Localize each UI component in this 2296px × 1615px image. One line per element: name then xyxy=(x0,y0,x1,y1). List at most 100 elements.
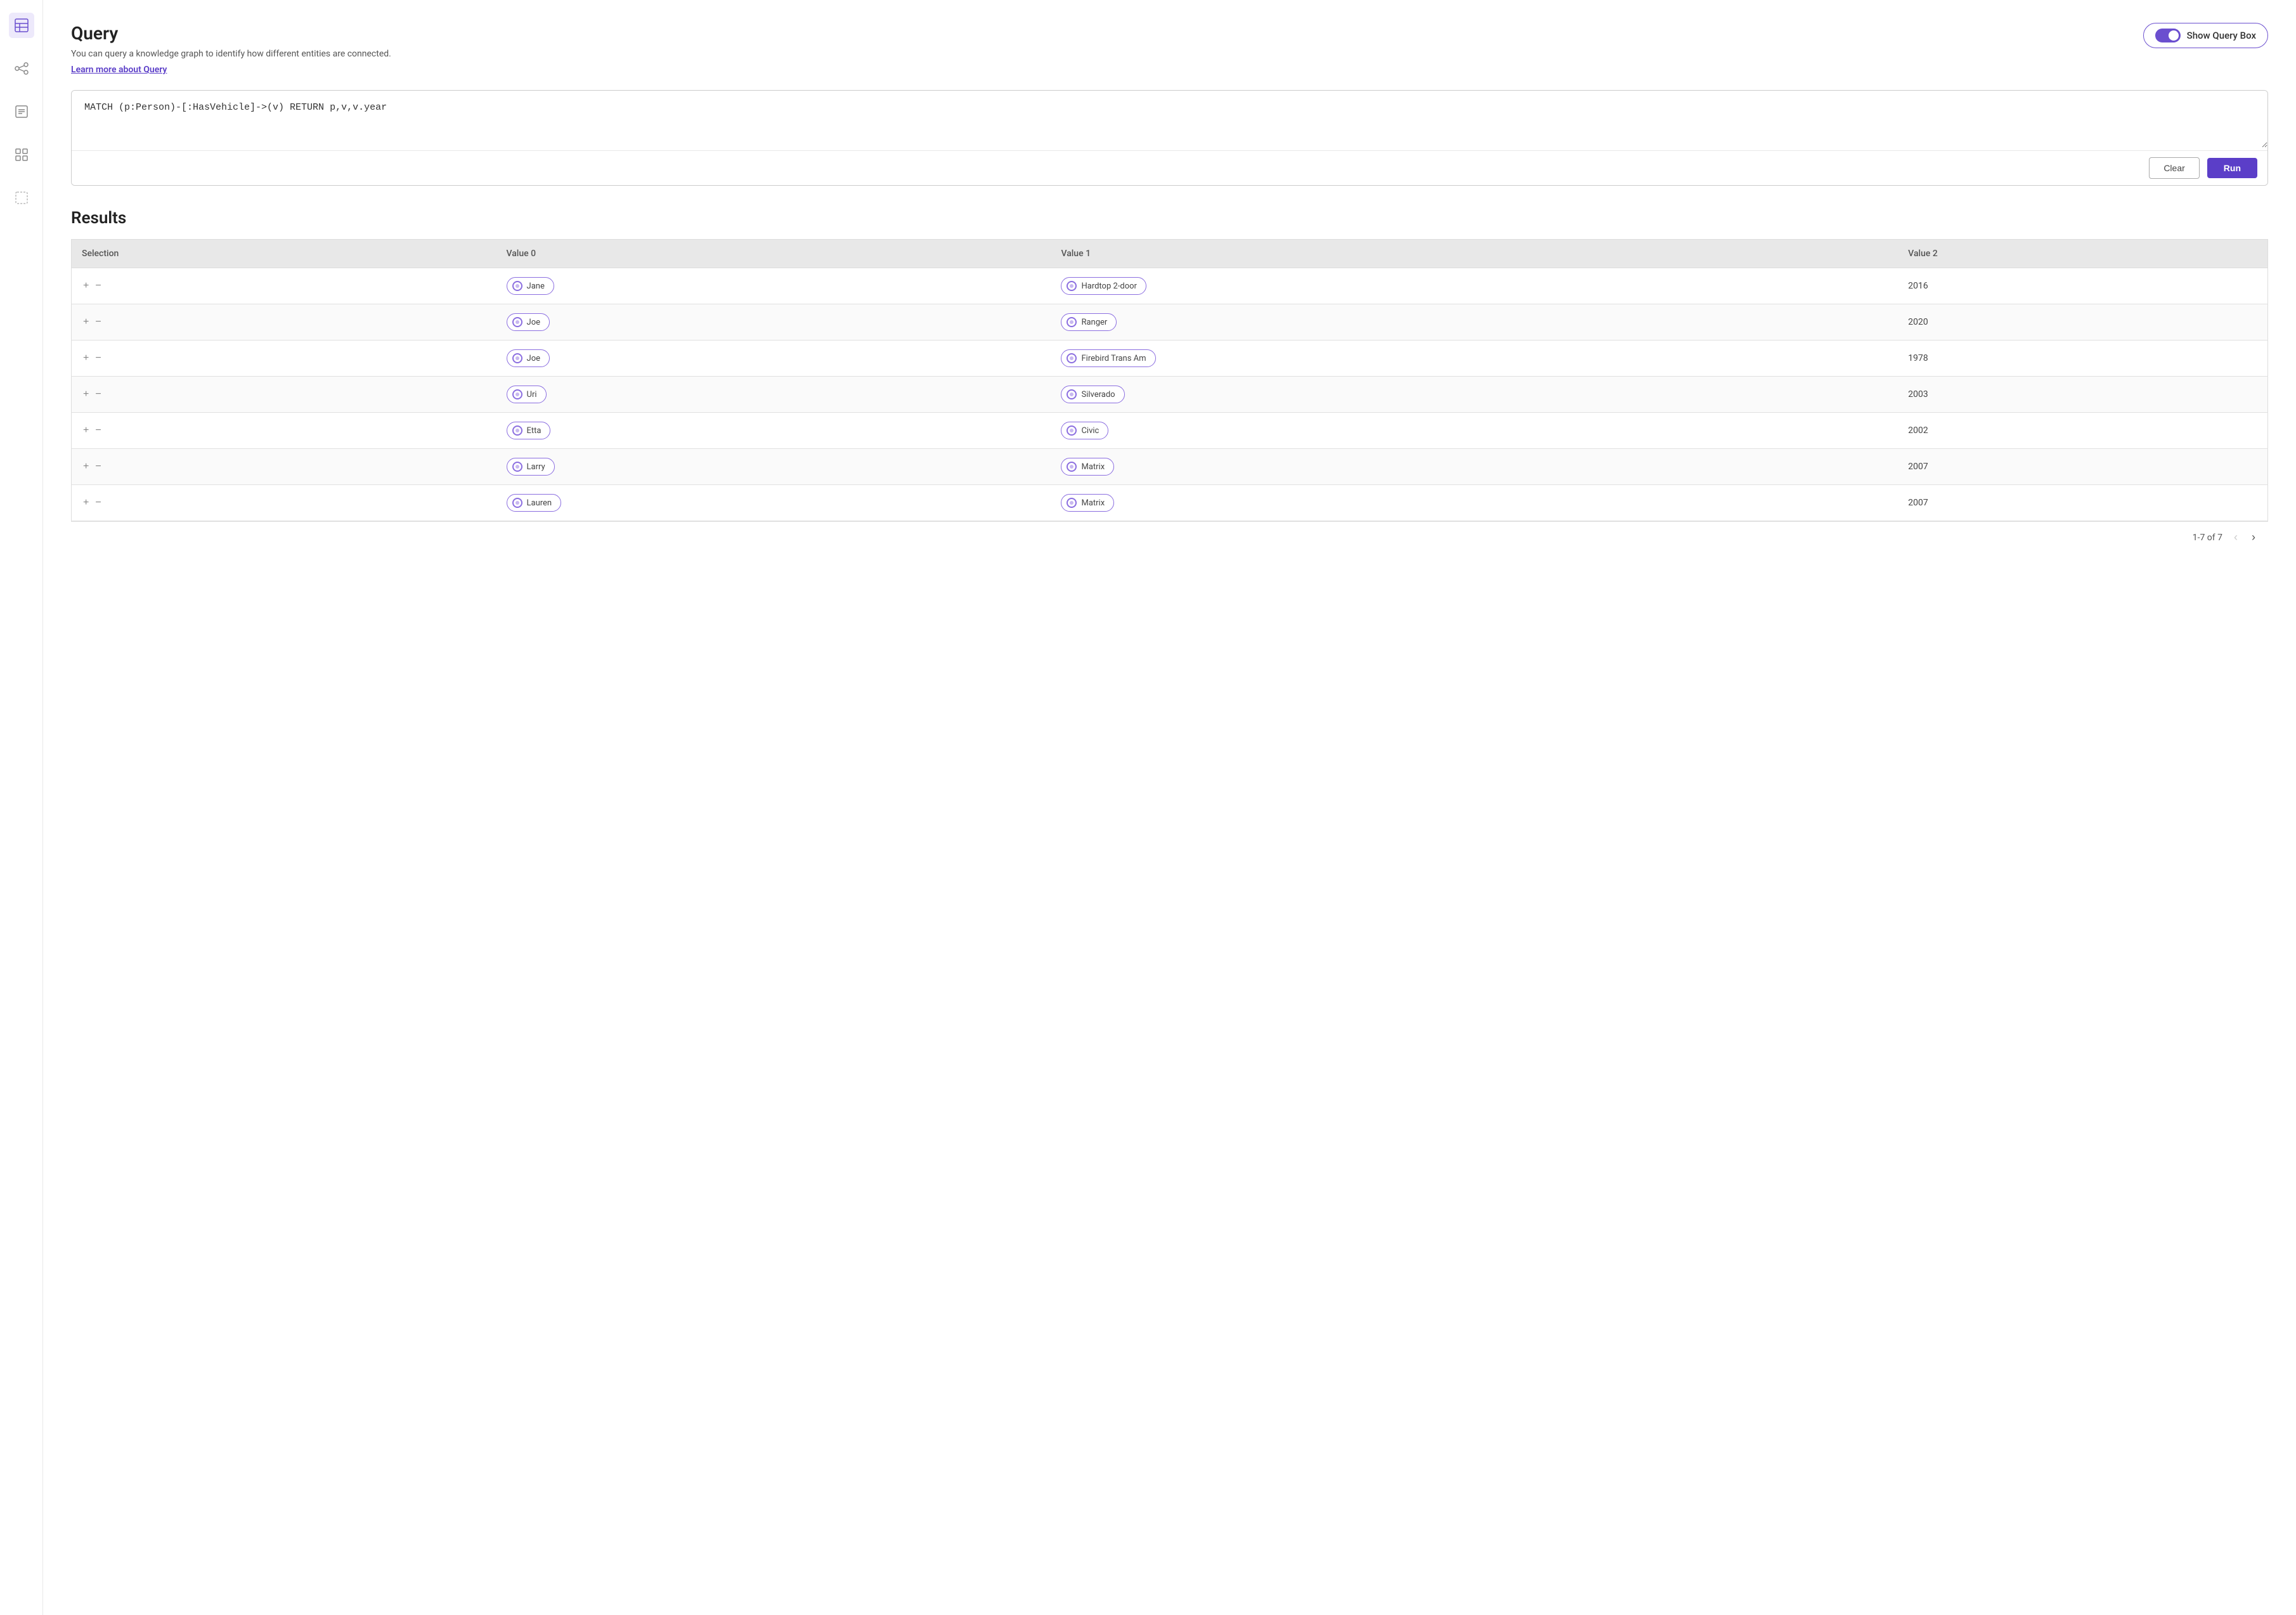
table-row: + − Larry Matrix 2007 xyxy=(72,449,2268,485)
value0-cell: Uri xyxy=(496,377,1051,413)
add-row-button[interactable]: + xyxy=(82,498,90,508)
sidebar-item-graph[interactable] xyxy=(9,56,34,81)
node-label: Lauren xyxy=(527,498,552,508)
node-chip-value0[interactable]: Jane xyxy=(507,277,554,295)
node-chip-value1[interactable]: Firebird Trans Am xyxy=(1061,349,1155,367)
value1-cell: Civic xyxy=(1051,413,1898,449)
clear-button[interactable]: Clear xyxy=(2149,157,2199,179)
add-row-button[interactable]: + xyxy=(82,317,90,327)
value2-cell: 2003 xyxy=(1898,377,2267,413)
node-chip-value0[interactable]: Larry xyxy=(507,458,555,476)
show-query-box-toggle[interactable]: Show Query Box xyxy=(2143,23,2268,48)
sidebar-item-grid[interactable] xyxy=(9,142,34,167)
pagination-row: 1-7 of 7 ‹ › xyxy=(71,521,2268,553)
remove-row-button[interactable]: − xyxy=(94,425,102,436)
value0-cell: Joe xyxy=(496,304,1051,341)
col-value2: Value 2 xyxy=(1898,240,2267,268)
node-chip-value0[interactable]: Lauren xyxy=(507,494,562,512)
query-box: Clear Run xyxy=(71,90,2268,186)
selection-cell: + − xyxy=(72,449,496,485)
node-dot xyxy=(512,425,522,436)
remove-row-button[interactable]: − xyxy=(94,317,102,327)
col-value1: Value 1 xyxy=(1051,240,1898,268)
prev-page-button[interactable]: ‹ xyxy=(2231,531,2240,544)
add-row-button[interactable]: + xyxy=(82,425,90,436)
add-row-button[interactable]: + xyxy=(82,281,90,291)
table-row: + − Joe Ranger 2020 xyxy=(72,304,2268,341)
results-table: Selection Value 0 Value 1 Value 2 + − Ja… xyxy=(71,239,2268,521)
node-dot xyxy=(512,317,522,327)
node-label: Etta xyxy=(527,426,542,436)
node-chip-value1[interactable]: Matrix xyxy=(1061,458,1114,476)
node-label: Firebird Trans Am xyxy=(1081,354,1146,363)
run-button[interactable]: Run xyxy=(2207,158,2257,178)
value0-cell: Jane xyxy=(496,268,1051,304)
node-dot xyxy=(512,389,522,399)
node-label: Joe xyxy=(527,354,540,363)
header-left: Query You can query a knowledge graph to… xyxy=(71,23,391,75)
node-label: Larry xyxy=(527,462,545,472)
value1-cell: Hardtop 2-door xyxy=(1051,268,1898,304)
sidebar xyxy=(0,0,43,1615)
results-title: Results xyxy=(71,209,2268,228)
node-chip-value1[interactable]: Civic xyxy=(1061,422,1108,439)
node-dot xyxy=(1067,281,1077,291)
add-row-button[interactable]: + xyxy=(82,353,90,363)
table-header: Selection Value 0 Value 1 Value 2 xyxy=(72,240,2268,268)
value2-cell: 2002 xyxy=(1898,413,2267,449)
selection-cell: + − xyxy=(72,377,496,413)
table-row: + − Joe Firebird Trans Am 1978 xyxy=(72,341,2268,377)
node-chip-value1[interactable]: Silverado xyxy=(1061,386,1124,403)
node-chip-value0[interactable]: Uri xyxy=(507,386,547,403)
node-chip-value0[interactable]: Joe xyxy=(507,349,550,367)
sidebar-item-table[interactable] xyxy=(9,13,34,38)
table-body: + − Jane Hardtop 2-door 2016 + − Joe xyxy=(72,268,2268,521)
remove-row-button[interactable]: − xyxy=(94,281,102,291)
sidebar-item-edit[interactable] xyxy=(9,99,34,124)
remove-row-button[interactable]: − xyxy=(94,389,102,399)
remove-row-button[interactable]: − xyxy=(94,462,102,472)
learn-more-link[interactable]: Learn more about Query xyxy=(71,65,167,75)
node-dot xyxy=(1067,462,1077,472)
remove-row-button[interactable]: − xyxy=(94,353,102,363)
node-label: Civic xyxy=(1081,426,1099,436)
node-chip-value1[interactable]: Ranger xyxy=(1061,313,1117,331)
node-chip-value1[interactable]: Matrix xyxy=(1061,494,1114,512)
selection-cell: + − xyxy=(72,413,496,449)
page-description: You can query a knowledge graph to ident… xyxy=(71,49,391,59)
value0-cell: Etta xyxy=(496,413,1051,449)
next-page-button[interactable]: › xyxy=(2249,531,2258,544)
col-value0: Value 0 xyxy=(496,240,1051,268)
selection-cell: + − xyxy=(72,485,496,521)
add-row-button[interactable]: + xyxy=(82,462,90,472)
main-content: Query You can query a knowledge graph to… xyxy=(43,0,2296,1615)
selection-cell: + − xyxy=(72,341,496,377)
col-selection: Selection xyxy=(72,240,496,268)
selection-cell: + − xyxy=(72,268,496,304)
selection-controls: + − xyxy=(82,498,486,508)
value1-cell: Matrix xyxy=(1051,485,1898,521)
node-label: Hardtop 2-door xyxy=(1081,282,1137,291)
query-input[interactable] xyxy=(72,91,2267,148)
node-chip-value1[interactable]: Hardtop 2-door xyxy=(1061,277,1146,295)
node-chip-value0[interactable]: Etta xyxy=(507,422,551,439)
remove-row-button[interactable]: − xyxy=(94,498,102,508)
node-dot xyxy=(512,462,522,472)
toggle-switch[interactable] xyxy=(2155,29,2181,42)
table-row: + − Jane Hardtop 2-door 2016 xyxy=(72,268,2268,304)
node-label: Matrix xyxy=(1081,462,1105,472)
add-row-button[interactable]: + xyxy=(82,389,90,399)
selection-controls: + − xyxy=(82,281,486,291)
sidebar-item-more[interactable] xyxy=(9,185,34,211)
selection-controls: + − xyxy=(82,353,486,363)
node-dot xyxy=(512,353,522,363)
node-label: Jane xyxy=(527,282,545,291)
table-row: + − Uri Silverado 2003 xyxy=(72,377,2268,413)
selection-controls: + − xyxy=(82,462,486,472)
node-dot xyxy=(512,498,522,508)
value1-cell: Firebird Trans Am xyxy=(1051,341,1898,377)
node-label: Joe xyxy=(527,318,540,327)
node-label: Silverado xyxy=(1081,390,1115,399)
node-label: Matrix xyxy=(1081,498,1105,508)
node-chip-value0[interactable]: Joe xyxy=(507,313,550,331)
